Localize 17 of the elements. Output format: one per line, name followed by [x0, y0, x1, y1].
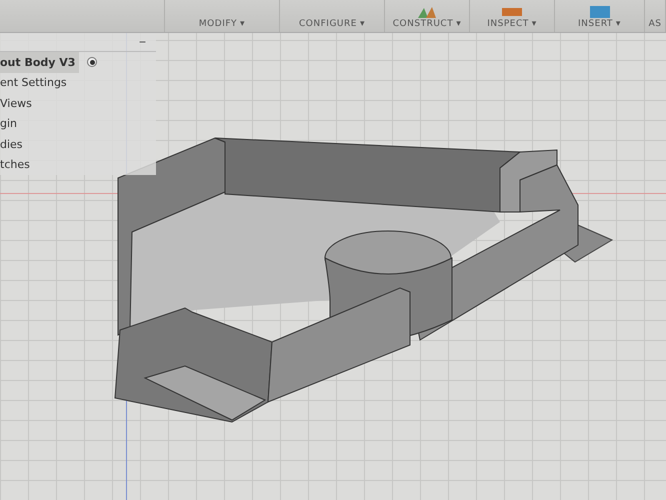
- browser-item[interactable]: dies: [0, 134, 29, 154]
- ruler-icon: [501, 6, 523, 18]
- menu-button[interactable]: AS: [648, 19, 662, 29]
- plane-icon: [416, 6, 438, 18]
- collapse-button[interactable]: −: [138, 35, 146, 49]
- menu-button[interactable]: INSERT ▾: [578, 19, 621, 29]
- menu-button[interactable]: CONFIGURE ▾: [299, 19, 365, 29]
- active-radio[interactable]: [87, 57, 98, 68]
- menu-button[interactable]: CONSTRUCT ▾: [392, 19, 462, 29]
- browser-item[interactable]: tches: [0, 154, 36, 175]
- browser-item[interactable]: Views: [0, 93, 38, 114]
- menu-button[interactable]: INSPECT ▾: [487, 19, 537, 29]
- browser-item[interactable]: gin: [0, 114, 24, 134]
- component-name[interactable]: out Body V3: [0, 52, 80, 72]
- menu-button[interactable]: MODIFY ▾: [198, 19, 246, 29]
- browser-item[interactable]: ent Settings: [0, 72, 73, 93]
- image-icon: [588, 6, 610, 18]
